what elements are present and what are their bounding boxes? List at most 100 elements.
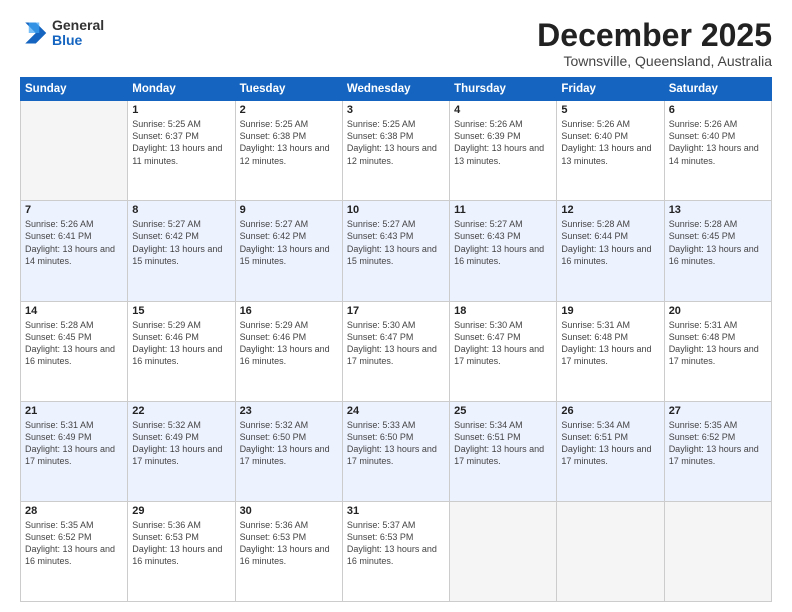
table-row: 6 Sunrise: 5:26 AMSunset: 6:40 PMDayligh… xyxy=(664,101,771,201)
day-info: Sunrise: 5:30 AMSunset: 6:47 PMDaylight:… xyxy=(347,320,437,366)
table-row xyxy=(557,501,664,601)
day-info: Sunrise: 5:31 AMSunset: 6:48 PMDaylight:… xyxy=(561,320,651,366)
table-row: 14 Sunrise: 5:28 AMSunset: 6:45 PMDaylig… xyxy=(21,301,128,401)
day-info: Sunrise: 5:26 AMSunset: 6:39 PMDaylight:… xyxy=(454,119,544,165)
table-row: 19 Sunrise: 5:31 AMSunset: 6:48 PMDaylig… xyxy=(557,301,664,401)
day-info: Sunrise: 5:34 AMSunset: 6:51 PMDaylight:… xyxy=(561,420,651,466)
day-info: Sunrise: 5:26 AMSunset: 6:40 PMDaylight:… xyxy=(669,119,759,165)
day-number: 19 xyxy=(561,305,659,317)
day-number: 14 xyxy=(25,305,123,317)
day-number: 16 xyxy=(240,305,338,317)
day-number: 9 xyxy=(240,204,338,216)
day-info: Sunrise: 5:36 AMSunset: 6:53 PMDaylight:… xyxy=(240,520,330,566)
table-row: 4 Sunrise: 5:26 AMSunset: 6:39 PMDayligh… xyxy=(450,101,557,201)
day-number: 29 xyxy=(132,505,230,517)
day-info: Sunrise: 5:32 AMSunset: 6:49 PMDaylight:… xyxy=(132,420,222,466)
day-number: 2 xyxy=(240,104,338,116)
table-row: 31 Sunrise: 5:37 AMSunset: 6:53 PMDaylig… xyxy=(342,501,449,601)
day-number: 26 xyxy=(561,405,659,417)
table-row: 20 Sunrise: 5:31 AMSunset: 6:48 PMDaylig… xyxy=(664,301,771,401)
table-row: 24 Sunrise: 5:33 AMSunset: 6:50 PMDaylig… xyxy=(342,401,449,501)
day-number: 13 xyxy=(669,204,767,216)
day-number: 7 xyxy=(25,204,123,216)
calendar-table: Sunday Monday Tuesday Wednesday Thursday… xyxy=(20,77,772,602)
day-number: 17 xyxy=(347,305,445,317)
logo: General Blue xyxy=(20,18,104,49)
day-number: 24 xyxy=(347,405,445,417)
day-number: 15 xyxy=(132,305,230,317)
table-row: 28 Sunrise: 5:35 AMSunset: 6:52 PMDaylig… xyxy=(21,501,128,601)
logo-blue: Blue xyxy=(52,33,104,48)
day-info: Sunrise: 5:33 AMSunset: 6:50 PMDaylight:… xyxy=(347,420,437,466)
table-row: 23 Sunrise: 5:32 AMSunset: 6:50 PMDaylig… xyxy=(235,401,342,501)
day-info: Sunrise: 5:36 AMSunset: 6:53 PMDaylight:… xyxy=(132,520,222,566)
table-row: 29 Sunrise: 5:36 AMSunset: 6:53 PMDaylig… xyxy=(128,501,235,601)
calendar-row: 14 Sunrise: 5:28 AMSunset: 6:45 PMDaylig… xyxy=(21,301,772,401)
calendar-row: 28 Sunrise: 5:35 AMSunset: 6:52 PMDaylig… xyxy=(21,501,772,601)
table-row: 17 Sunrise: 5:30 AMSunset: 6:47 PMDaylig… xyxy=(342,301,449,401)
page-header: General Blue December 2025 Townsville, Q… xyxy=(20,18,772,69)
col-friday: Friday xyxy=(557,78,664,101)
table-row: 10 Sunrise: 5:27 AMSunset: 6:43 PMDaylig… xyxy=(342,201,449,301)
day-info: Sunrise: 5:27 AMSunset: 6:42 PMDaylight:… xyxy=(132,219,222,265)
table-row: 3 Sunrise: 5:25 AMSunset: 6:38 PMDayligh… xyxy=(342,101,449,201)
day-number: 10 xyxy=(347,204,445,216)
logo-text: General Blue xyxy=(52,18,104,49)
day-info: Sunrise: 5:27 AMSunset: 6:43 PMDaylight:… xyxy=(454,219,544,265)
table-row: 11 Sunrise: 5:27 AMSunset: 6:43 PMDaylig… xyxy=(450,201,557,301)
day-info: Sunrise: 5:34 AMSunset: 6:51 PMDaylight:… xyxy=(454,420,544,466)
day-info: Sunrise: 5:30 AMSunset: 6:47 PMDaylight:… xyxy=(454,320,544,366)
day-number: 18 xyxy=(454,305,552,317)
day-number: 23 xyxy=(240,405,338,417)
table-row: 9 Sunrise: 5:27 AMSunset: 6:42 PMDayligh… xyxy=(235,201,342,301)
table-row: 13 Sunrise: 5:28 AMSunset: 6:45 PMDaylig… xyxy=(664,201,771,301)
day-info: Sunrise: 5:32 AMSunset: 6:50 PMDaylight:… xyxy=(240,420,330,466)
table-row: 26 Sunrise: 5:34 AMSunset: 6:51 PMDaylig… xyxy=(557,401,664,501)
calendar-row: 7 Sunrise: 5:26 AMSunset: 6:41 PMDayligh… xyxy=(21,201,772,301)
col-tuesday: Tuesday xyxy=(235,78,342,101)
location: Townsville, Queensland, Australia xyxy=(537,53,772,69)
table-row: 27 Sunrise: 5:35 AMSunset: 6:52 PMDaylig… xyxy=(664,401,771,501)
col-monday: Monday xyxy=(128,78,235,101)
day-info: Sunrise: 5:35 AMSunset: 6:52 PMDaylight:… xyxy=(25,520,115,566)
table-row xyxy=(664,501,771,601)
day-info: Sunrise: 5:25 AMSunset: 6:38 PMDaylight:… xyxy=(240,119,330,165)
table-row xyxy=(21,101,128,201)
table-row: 25 Sunrise: 5:34 AMSunset: 6:51 PMDaylig… xyxy=(450,401,557,501)
day-number: 4 xyxy=(454,104,552,116)
table-row: 8 Sunrise: 5:27 AMSunset: 6:42 PMDayligh… xyxy=(128,201,235,301)
table-row: 21 Sunrise: 5:31 AMSunset: 6:49 PMDaylig… xyxy=(21,401,128,501)
day-info: Sunrise: 5:29 AMSunset: 6:46 PMDaylight:… xyxy=(132,320,222,366)
day-info: Sunrise: 5:29 AMSunset: 6:46 PMDaylight:… xyxy=(240,320,330,366)
day-info: Sunrise: 5:27 AMSunset: 6:43 PMDaylight:… xyxy=(347,219,437,265)
day-info: Sunrise: 5:28 AMSunset: 6:45 PMDaylight:… xyxy=(669,219,759,265)
table-row: 22 Sunrise: 5:32 AMSunset: 6:49 PMDaylig… xyxy=(128,401,235,501)
day-number: 3 xyxy=(347,104,445,116)
table-row: 30 Sunrise: 5:36 AMSunset: 6:53 PMDaylig… xyxy=(235,501,342,601)
logo-icon xyxy=(20,19,48,47)
day-info: Sunrise: 5:25 AMSunset: 6:38 PMDaylight:… xyxy=(347,119,437,165)
logo-general: General xyxy=(52,18,104,33)
day-info: Sunrise: 5:26 AMSunset: 6:41 PMDaylight:… xyxy=(25,219,115,265)
table-row: 15 Sunrise: 5:29 AMSunset: 6:46 PMDaylig… xyxy=(128,301,235,401)
day-info: Sunrise: 5:35 AMSunset: 6:52 PMDaylight:… xyxy=(669,420,759,466)
day-number: 25 xyxy=(454,405,552,417)
day-number: 27 xyxy=(669,405,767,417)
day-number: 22 xyxy=(132,405,230,417)
day-info: Sunrise: 5:37 AMSunset: 6:53 PMDaylight:… xyxy=(347,520,437,566)
day-number: 11 xyxy=(454,204,552,216)
table-row: 12 Sunrise: 5:28 AMSunset: 6:44 PMDaylig… xyxy=(557,201,664,301)
table-row: 7 Sunrise: 5:26 AMSunset: 6:41 PMDayligh… xyxy=(21,201,128,301)
col-sunday: Sunday xyxy=(21,78,128,101)
day-info: Sunrise: 5:31 AMSunset: 6:49 PMDaylight:… xyxy=(25,420,115,466)
day-number: 5 xyxy=(561,104,659,116)
table-row: 2 Sunrise: 5:25 AMSunset: 6:38 PMDayligh… xyxy=(235,101,342,201)
day-info: Sunrise: 5:31 AMSunset: 6:48 PMDaylight:… xyxy=(669,320,759,366)
col-thursday: Thursday xyxy=(450,78,557,101)
day-number: 8 xyxy=(132,204,230,216)
col-saturday: Saturday xyxy=(664,78,771,101)
day-number: 30 xyxy=(240,505,338,517)
day-info: Sunrise: 5:26 AMSunset: 6:40 PMDaylight:… xyxy=(561,119,651,165)
table-row: 1 Sunrise: 5:25 AMSunset: 6:37 PMDayligh… xyxy=(128,101,235,201)
day-info: Sunrise: 5:28 AMSunset: 6:45 PMDaylight:… xyxy=(25,320,115,366)
